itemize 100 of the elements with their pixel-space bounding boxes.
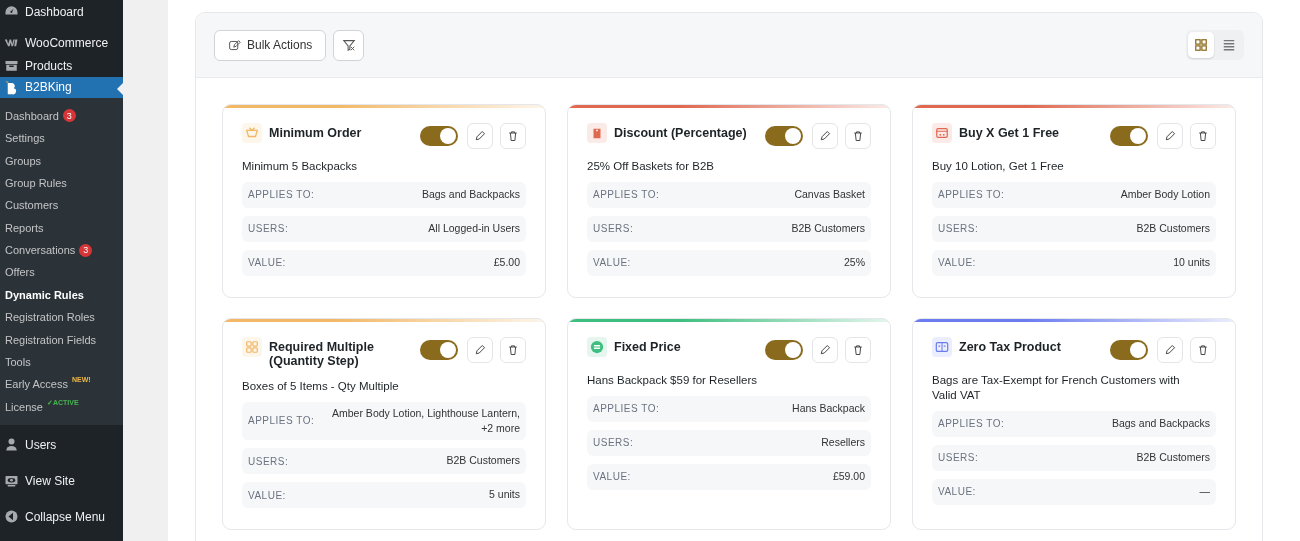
menu-item[interactable]: WooCommerce: [0, 31, 123, 54]
pencil-icon: [819, 343, 831, 356]
menu-item[interactable]: Users: [0, 433, 123, 456]
delete-button[interactable]: [1190, 123, 1216, 149]
field-value: B2B Customers: [446, 453, 520, 469]
list-icon: [1222, 38, 1236, 52]
menu-item[interactable]: B2BKing: [0, 77, 123, 98]
toggle-switch[interactable]: [1110, 339, 1148, 360]
rule-type-icon: [242, 336, 262, 357]
submenu-item[interactable]: Dynamic Rules: [0, 283, 123, 307]
edit-button[interactable]: [1157, 123, 1183, 149]
submenu-item[interactable]: Tools: [0, 350, 123, 374]
menu-item[interactable]: Dashboard: [0, 0, 123, 23]
field-label: USERS:: [248, 455, 289, 467]
submenu-label: Reports: [5, 221, 44, 234]
delete-button[interactable]: [1190, 336, 1216, 363]
field-label: USERS:: [593, 223, 634, 235]
field-label: USERS:: [938, 452, 979, 464]
collapse-icon: [4, 509, 19, 524]
rule-type-icon: [932, 336, 952, 357]
field-label: VALUE:: [593, 471, 631, 483]
count-badge: 3: [79, 243, 93, 257]
edit-button[interactable]: [1157, 336, 1183, 363]
field-value: £59.00: [832, 469, 865, 485]
submenu-item[interactable]: Registration Fields: [0, 328, 123, 351]
submenu-label: License: [5, 400, 43, 413]
grid-icon: [1194, 38, 1208, 52]
edit-button[interactable]: [467, 123, 493, 149]
trash-icon: [507, 130, 519, 142]
submenu-label: Customers: [5, 199, 59, 212]
field-label: APPLIES TO:: [593, 189, 660, 201]
field-value: Bags and Backpacks: [1111, 416, 1210, 432]
field-value: 5 units: [489, 487, 520, 503]
submenu-item[interactable]: Offers: [0, 261, 123, 284]
toggle-switch[interactable]: [420, 126, 458, 146]
trash-icon: [1197, 130, 1209, 142]
delete-button[interactable]: [500, 123, 526, 149]
delete-button[interactable]: [500, 336, 526, 363]
field-label: VALUE:: [938, 486, 976, 498]
submenu-item[interactable]: Groups: [0, 149, 123, 172]
submenu-item[interactable]: Settings: [0, 126, 123, 150]
field-value: B2B Customers: [1136, 450, 1210, 466]
field-value: Amber Body Lotion: [1120, 187, 1210, 203]
delete-button[interactable]: [845, 123, 871, 149]
bulk-actions-button[interactable]: Bulk Actions: [214, 29, 327, 61]
user-icon: [4, 437, 19, 452]
submenu-label: Settings: [5, 132, 45, 145]
edit-square-icon: [228, 38, 241, 52]
field-value: B2B Customers: [1136, 221, 1210, 237]
rule-type-icon: [242, 123, 262, 143]
trash-icon: [1197, 343, 1209, 356]
submenu-label: Tools: [5, 356, 31, 368]
toggle-switch[interactable]: [765, 339, 803, 360]
field-label: VALUE:: [248, 489, 286, 501]
field-label: APPLIES TO:: [938, 189, 1005, 201]
rule-title: Minimum Order: [269, 126, 363, 141]
grid-view-button[interactable]: [1188, 32, 1214, 58]
field-value: —: [1199, 484, 1210, 500]
toggle-switch[interactable]: [1110, 126, 1148, 146]
delete-button[interactable]: [845, 336, 871, 363]
rule-title: Zero Tax Product: [959, 339, 1062, 355]
edit-button[interactable]: [812, 336, 838, 363]
submenu-item[interactable]: Customers: [0, 194, 123, 217]
menu-item[interactable]: View Site: [0, 469, 123, 492]
toggle-switch[interactable]: [420, 339, 458, 360]
field-value: Canvas Basket: [794, 187, 865, 203]
edit-button[interactable]: [467, 336, 493, 363]
filter-button[interactable]: [333, 29, 365, 61]
field-label: USERS:: [593, 437, 634, 449]
field-label: APPLIES TO:: [248, 415, 315, 427]
rule-description: Hans Backpack $59 for Resellers: [587, 372, 759, 388]
submenu-label: Group Rules: [5, 176, 67, 189]
submenu-label: Conversations: [5, 244, 76, 257]
edit-button[interactable]: [812, 123, 838, 149]
rule-type-icon: [932, 123, 952, 143]
rule-title: Buy X Get 1 Free: [959, 126, 1061, 141]
submenu-item[interactable]: Registration Roles: [0, 306, 123, 329]
pencil-icon: [819, 130, 831, 142]
field-label: USERS:: [248, 223, 289, 235]
pencil-icon: [474, 130, 486, 142]
eye-icon: [4, 473, 19, 488]
menu-item[interactable]: Products: [0, 54, 123, 77]
rule-description: Minimum 5 Backpacks: [242, 159, 359, 174]
field-label: APPLIES TO:: [593, 403, 660, 415]
rule-type-icon: [587, 336, 607, 357]
rule-description: Boxes of 5 Items - Qty Multiple: [242, 378, 400, 394]
field-value: B2B Customers: [791, 221, 865, 237]
submenu-item[interactable]: Reports: [0, 216, 123, 239]
submenu-item[interactable]: Group Rules: [0, 171, 123, 195]
submenu-item[interactable]: Dashboard 3: [0, 104, 123, 127]
field-value: £5.00: [493, 255, 520, 271]
pencil-icon: [1164, 130, 1176, 142]
submenu-item[interactable]: Conversations 3: [0, 238, 123, 262]
toggle-switch[interactable]: [765, 126, 803, 146]
submenu-label: Offers: [5, 266, 35, 279]
submenu-label: Registration Roles: [5, 311, 95, 324]
field-label: VALUE:: [938, 257, 976, 269]
menu-item[interactable]: Collapse Menu: [0, 505, 123, 528]
field-label: APPLIES TO:: [248, 189, 315, 201]
rule-title: Required Multiple (Quantity Step): [269, 339, 375, 369]
